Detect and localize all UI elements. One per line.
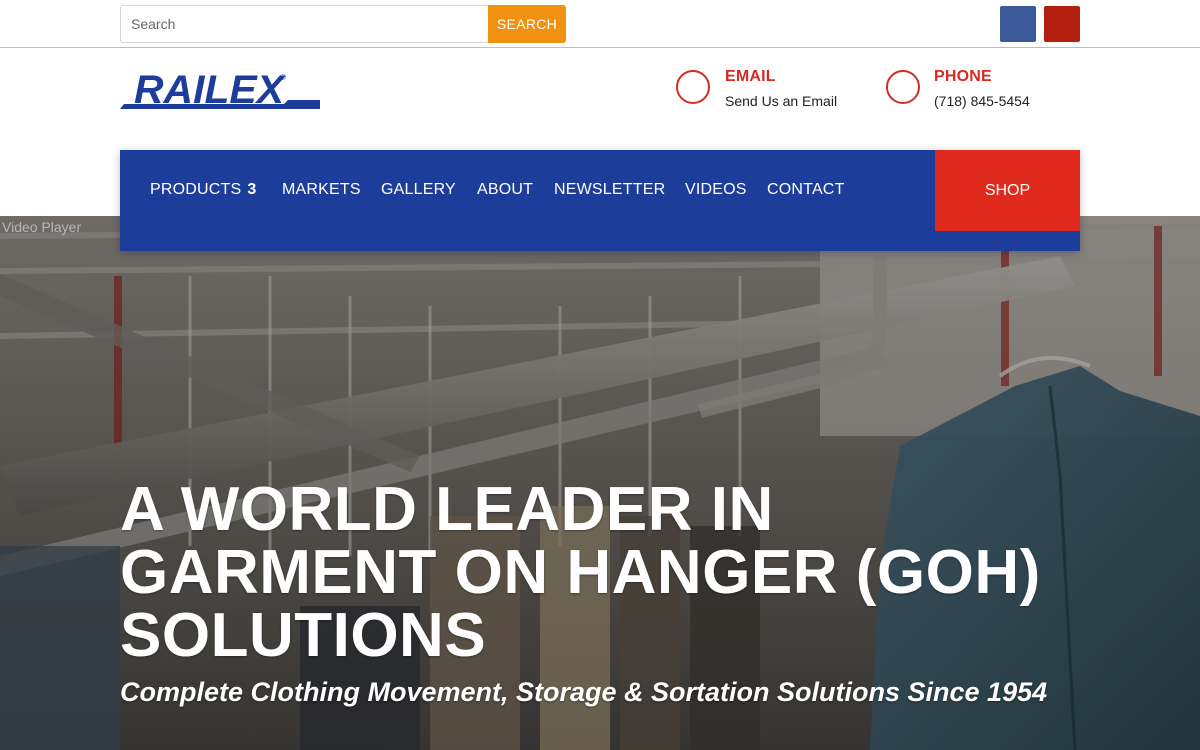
chevron-down-icon: 3 (247, 181, 257, 198)
railex-logo-graphic: RAILEX ® (120, 68, 320, 112)
hero-subtitle: Complete Clothing Movement, Storage & So… (120, 677, 1048, 707)
registered-mark: ® (280, 73, 286, 82)
youtube-icon[interactable] (1044, 6, 1080, 42)
phone-title[interactable]: PHONE (934, 68, 992, 86)
nav-item-label: PRODUCTS (150, 181, 242, 198)
hero-title: A WORLD LEADER IN GARMENT ON HANGER (GOH… (120, 475, 1041, 670)
railex-logo[interactable]: RAILEX ® (120, 66, 320, 114)
facebook-icon[interactable] (1000, 6, 1036, 42)
nav-item-gallery[interactable]: GALLERY (381, 181, 456, 199)
email-title[interactable]: EMAIL (725, 68, 776, 86)
phone-number[interactable]: (718) 845-5454 (934, 93, 1030, 109)
shop-button[interactable]: SHOP (935, 150, 1080, 231)
nav-item-about[interactable]: ABOUT (477, 181, 533, 199)
search-button[interactable]: SEARCH (488, 5, 566, 43)
email-subtitle[interactable]: Send Us an Email (725, 93, 837, 109)
search-input[interactable] (120, 5, 488, 43)
nav-item-markets[interactable]: MARKETS (282, 181, 361, 199)
nav-item-products[interactable]: PRODUCTS 3 (150, 181, 257, 199)
nav-item-newsletter[interactable]: NEWSLETTER (554, 181, 665, 199)
email-icon[interactable] (676, 70, 710, 104)
nav-item-contact[interactable]: CONTACT (767, 181, 845, 199)
top-bar: SEARCH (0, 0, 1200, 48)
nav-item-videos[interactable]: VIDEOS (685, 181, 747, 199)
video-player-label: Video Player (2, 219, 82, 235)
phone-icon[interactable] (886, 70, 920, 104)
search-form: SEARCH (120, 5, 566, 43)
hero-video[interactable]: Video Player A WORLD LEADER IN GARMENT O… (0, 216, 1200, 750)
main-navigation: PRODUCTS 3 MARKETS GALLERY ABOUT NEWSLETT… (120, 150, 1080, 251)
